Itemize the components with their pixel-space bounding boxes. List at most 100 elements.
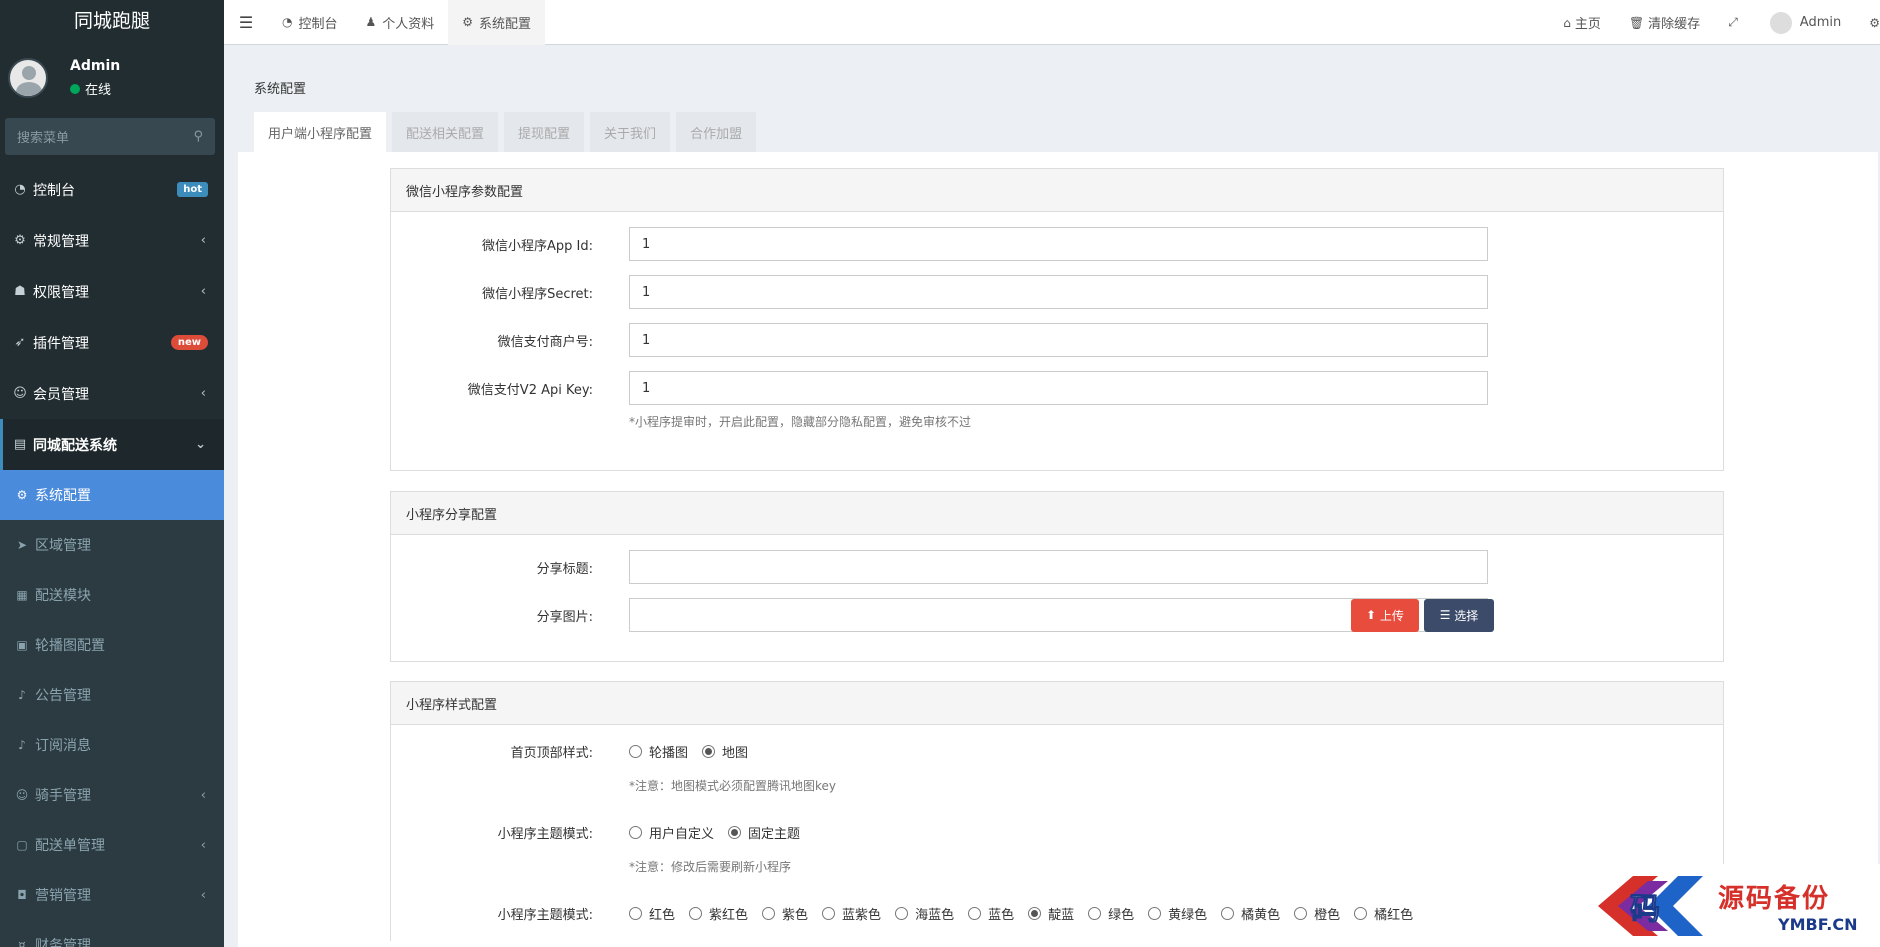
tab-cooperation[interactable]: 合作加盟 (676, 112, 757, 152)
sidebar-item-finance[interactable]: ¤ 财务管理 (0, 920, 224, 947)
settings-icon[interactable]: ⚙ (1869, 16, 1880, 30)
wechat-config-panel: 微信小程序参数配置 微信小程序App Id: 1 微信小程序Secret: 1 … (390, 168, 1724, 471)
sidebar-search-input[interactable]: 搜索菜单 ⚲ (5, 118, 215, 155)
radio-button[interactable] (629, 906, 642, 920)
radio-label: 橘红色 (1374, 907, 1414, 923)
radio-option[interactable]: 海蓝色 (895, 904, 954, 923)
radio-option[interactable]: 轮播图 (629, 742, 688, 761)
radio-option[interactable]: 地图 (702, 742, 748, 761)
sidebar-item-carousel[interactable]: ▣ 轮播图配置 (0, 620, 224, 670)
radio-button[interactable] (822, 906, 836, 920)
sidebar-item-label: 控制台 (33, 182, 75, 199)
tab-about[interactable]: 关于我们 (590, 112, 671, 152)
style-config-panel: 小程序样式配置 首页顶部样式: 轮播图 地图 *注意：地图模式必须配置腾讯地图k… (390, 681, 1724, 941)
theme-mode-radio-group: 用户自定义 固定主题 (629, 823, 814, 842)
radio-button[interactable] (1354, 906, 1368, 920)
upload-button[interactable]: ⬆ 上传 (1351, 598, 1419, 632)
tab-delivery[interactable]: 配送相关配置 (392, 112, 499, 152)
grid-icon: ▦ (16, 588, 28, 602)
book-icon: ▤ (13, 437, 27, 452)
field-label: 微信小程序App Id: (482, 238, 593, 254)
sidebar-item-label: 同城配送系统 (33, 437, 117, 454)
radio-button[interactable] (1221, 906, 1235, 920)
radio-button-selected[interactable] (1028, 906, 1042, 920)
hot-badge: hot (177, 182, 208, 197)
radio-option[interactable]: 橘黄色 (1221, 904, 1280, 923)
tab-system-config[interactable]: ⚙ 系统配置 (448, 0, 546, 45)
chevron-left-icon: ‹ (200, 284, 206, 299)
search-icon[interactable]: ⚲ (193, 129, 203, 144)
choose-button[interactable]: ☰ 选择 (1424, 598, 1494, 632)
tab-user-miniapp[interactable]: 用户端小程序配置 (254, 112, 387, 152)
tab-withdraw[interactable]: 提现配置 (504, 112, 585, 152)
sidebar-item-subscribe[interactable]: ♪ 订阅消息 (0, 720, 224, 770)
sidebar-item-orders[interactable]: ▢ 配送单管理 ‹ (0, 820, 224, 870)
radio-option[interactable]: 固定主题 (728, 823, 800, 842)
secret-input[interactable]: 1 (629, 275, 1488, 309)
radio-option[interactable]: 紫红色 (689, 904, 748, 923)
sidebar-item-label: 配送单管理 (35, 838, 105, 854)
radio-button-selected[interactable] (702, 744, 716, 758)
radio-button[interactable] (968, 906, 982, 920)
radio-option[interactable]: 黄绿色 (1148, 904, 1207, 923)
radio-label: 用户自定义 (649, 826, 715, 842)
radio-button[interactable] (689, 906, 703, 920)
radio-option[interactable]: 紫色 (762, 904, 808, 923)
radio-button[interactable] (1294, 906, 1308, 920)
sidebar-item-dashboard[interactable]: ◔ 控制台 hot (0, 164, 224, 215)
radio-button[interactable] (895, 906, 909, 920)
tab-profile[interactable]: ♟ 个人资料 (352, 0, 449, 45)
radio-option[interactable]: 用户自定义 (629, 823, 714, 842)
radio-option[interactable]: 绿色 (1088, 904, 1134, 923)
app-logo[interactable]: 同城跑腿 (0, 0, 224, 38)
rocket-icon: ➶ (14, 335, 26, 350)
radio-option[interactable]: 红色 (629, 904, 675, 923)
radio-option[interactable]: 蓝色 (968, 904, 1014, 923)
app-id-input[interactable]: 1 (629, 227, 1488, 261)
radio-label: 海蓝色 (915, 907, 955, 923)
sidebar-item-area[interactable]: ➤ 区域管理 (0, 520, 224, 570)
radio-button[interactable] (762, 906, 776, 920)
radio-button-selected[interactable] (728, 825, 742, 839)
fullscreen-button[interactable]: ⤢ (1728, 15, 1742, 30)
sidebar-item-permission[interactable]: ☗ 权限管理 ‹ (0, 266, 224, 317)
gears-icon: ⚙ (14, 233, 26, 248)
radio-option[interactable]: 蓝紫色 (822, 904, 881, 923)
panel-title: 小程序样式配置 (391, 682, 1723, 725)
radio-button[interactable] (1148, 906, 1162, 920)
radio-button[interactable] (1088, 906, 1102, 920)
sidebar-item-system-config[interactable]: ⚙ 系统配置 (0, 470, 224, 520)
field-label: 分享标题: (536, 561, 593, 577)
radio-option[interactable]: 橙色 (1294, 904, 1340, 923)
home-link[interactable]: ⌂ 主页 (1563, 13, 1601, 33)
sidebar-item-general[interactable]: ⚙ 常规管理 ‹ (0, 215, 224, 266)
tab-label: 控制台 (298, 16, 338, 32)
sidebar-item-notice[interactable]: ♪ 公告管理 (0, 670, 224, 720)
menu-toggle-icon[interactable]: ☰ (224, 13, 268, 32)
sidebar-item-plugins[interactable]: ➶ 插件管理 new (0, 317, 224, 368)
radio-label: 轮播图 (649, 745, 689, 761)
home-label: 主页 (1574, 17, 1601, 32)
radio-button[interactable] (629, 744, 642, 758)
sidebar-item-delivery-module[interactable]: ▦ 配送模块 (0, 570, 224, 620)
user-icon: ♟ (365, 15, 377, 29)
radio-option[interactable]: 靛蓝 (1028, 904, 1074, 923)
sidebar-item-rider[interactable]: ☺ 骑手管理 ‹ (0, 770, 224, 820)
api-key-input[interactable]: 1 (629, 371, 1488, 405)
merchant-id-input[interactable]: 1 (629, 323, 1488, 357)
admin-menu[interactable]: Admin (1769, 11, 1841, 34)
share-title-input[interactable] (629, 550, 1488, 584)
sidebar-menu: ◔ 控制台 hot ⚙ 常规管理 ‹ ☗ 权限管理 ‹ ➶ 插件管理 new ☺… (0, 164, 224, 947)
sidebar-item-members[interactable]: ☺ 会员管理 ‹ (0, 368, 224, 419)
radio-button[interactable] (629, 825, 642, 839)
radio-option[interactable]: 橘红色 (1354, 904, 1413, 923)
online-dot-icon (70, 83, 80, 94)
sidebar-item-marketing[interactable]: ◘ 营销管理 ‹ (0, 870, 224, 920)
sidebar-item-label: 轮播图配置 (35, 638, 105, 654)
clear-cache-button[interactable]: 🗑 清除缓存 (1629, 13, 1700, 33)
sidebar-item-label: 订阅消息 (35, 738, 91, 754)
tab-dashboard[interactable]: ◔ 控制台 (268, 0, 352, 45)
home-top-radio-group: 轮播图 地图 (629, 742, 762, 761)
field-label: 微信小程序Secret: (482, 286, 593, 302)
sidebar-item-delivery-system[interactable]: ▤ 同城配送系统 ⌄ (0, 419, 224, 470)
